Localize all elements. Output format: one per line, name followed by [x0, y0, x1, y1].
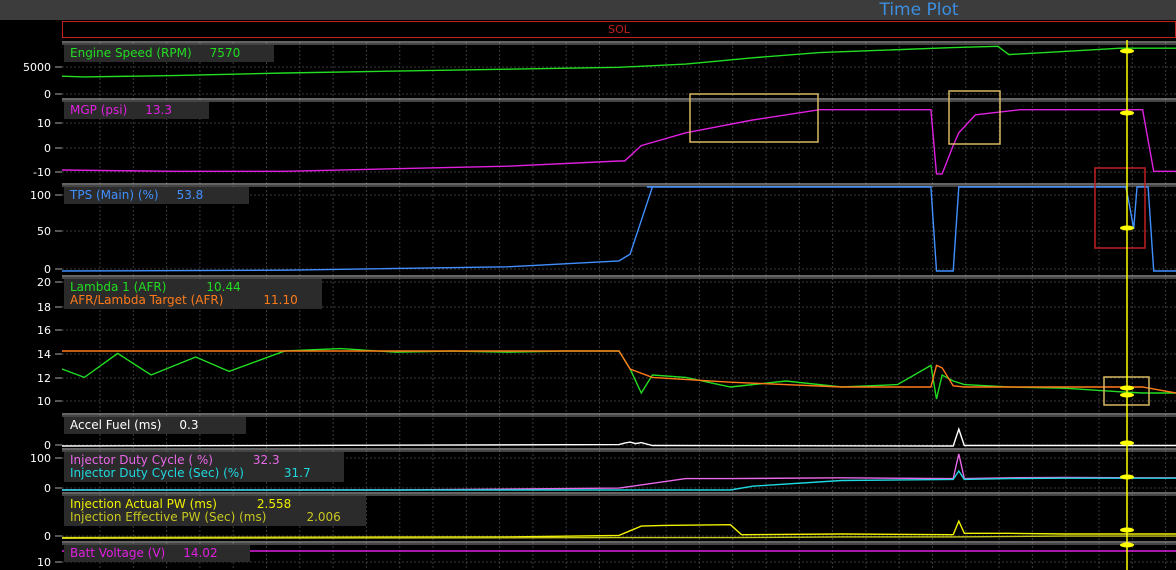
cursor-marker: [1120, 110, 1134, 116]
legend-entry: Injector Duty Cycle (Sec) (%) 31.7: [70, 467, 338, 480]
cursor-marker: [1120, 474, 1134, 480]
cursor-marker: [1120, 392, 1134, 398]
panel-legend: MGP (psi) 13.3: [64, 102, 209, 119]
y-tick-label: 12: [37, 372, 51, 385]
y-tick-label: 0: [44, 142, 51, 155]
legend-entry: Batt Voltage (V) 14.02: [70, 547, 244, 560]
legend-series-name: Injection Effective PW (Sec) (ms): [70, 510, 267, 524]
y-tick-label: 18: [37, 301, 51, 314]
legend-series-value: 53.8: [176, 188, 204, 202]
panel-legend: TPS (Main) (%) 53.8: [64, 187, 249, 204]
panel-legend: Accel Fuel (ms) 0.3: [64, 417, 246, 434]
legend-entry: Injection Effective PW (Sec) (ms) 2.006: [70, 511, 360, 524]
y-tick-label: 10: [37, 556, 51, 569]
y-tick-label: 0: [44, 88, 51, 101]
cursor-marker: [1120, 225, 1134, 231]
y-tick-label: -10: [33, 166, 51, 179]
panel-legend: Batt Voltage (V) 14.02: [64, 545, 250, 562]
y-tick-label: 20: [37, 276, 51, 289]
y-tick-label: 0: [44, 482, 51, 495]
cursor-marker: [1120, 48, 1134, 54]
y-tick-label: 0: [44, 439, 51, 452]
legend-series-name: Batt Voltage (V): [70, 546, 166, 560]
cursor-marker: [1120, 440, 1134, 446]
y-tick-label: 0: [44, 530, 51, 543]
cursor-marker: [1120, 385, 1134, 391]
legend-series-value: 0.3: [179, 418, 199, 432]
legend-entry: Accel Fuel (ms) 0.3: [70, 419, 240, 432]
panel-legend: Injection Actual PW (ms) 2.558 Injection E…: [64, 496, 366, 526]
y-tick-label: 100: [30, 189, 51, 202]
legend-series-name: Engine Speed (RPM): [70, 46, 192, 60]
series-line: [61, 108, 1176, 175]
legend-series-name: MGP (psi): [70, 103, 128, 117]
y-tick-label: 10: [37, 395, 51, 408]
legend-series-value: 13.3: [145, 103, 172, 117]
legend-entry: MGP (psi) 13.3: [70, 104, 203, 117]
highlight-box: [1094, 167, 1146, 249]
legend-series-name: AFR/Lambda Target (AFR): [70, 293, 224, 307]
legend-series-value: 32.3: [252, 453, 280, 467]
legend-series-name: Accel Fuel (ms): [70, 418, 162, 432]
cursor-marker: [1120, 542, 1134, 548]
y-tick-label: 0: [44, 263, 51, 276]
y-tick-label: 14: [37, 348, 51, 361]
legend-series-value: 7570: [209, 46, 241, 60]
legend-entry: Engine Speed (RPM) 7570: [70, 47, 268, 60]
legend-entry: AFR/Lambda Target (AFR) 11.10: [70, 294, 316, 307]
legend-series-value: 14.02: [183, 546, 218, 560]
panel-legend: Engine Speed (RPM) 7570: [64, 45, 274, 62]
cursor-marker: [1120, 527, 1134, 533]
panel-legend: Lambda 1 (AFR) 10.44 AFR/Lambda Target (AF…: [64, 279, 322, 309]
legend-series-value: 11.10: [263, 293, 298, 307]
panel-legend: Injector Duty Cycle ( %) 32.3 Injector Dut…: [64, 452, 344, 482]
y-tick-label: 5000: [23, 61, 51, 74]
legend-series-name: Injector Duty Cycle (Sec) (%): [70, 466, 244, 480]
y-tick-label: 50: [37, 225, 51, 238]
legend-series-value: 31.7: [283, 466, 311, 480]
y-tick-label: 10: [37, 117, 51, 130]
legend-entry: TPS (Main) (%) 53.8: [70, 189, 243, 202]
y-tick-label: 100: [30, 452, 51, 465]
series-line: [61, 347, 1176, 400]
legend-series-name: TPS (Main) (%): [70, 188, 159, 202]
legend-series-value: 2.006: [306, 510, 341, 524]
y-tick-label: 16: [37, 324, 51, 337]
